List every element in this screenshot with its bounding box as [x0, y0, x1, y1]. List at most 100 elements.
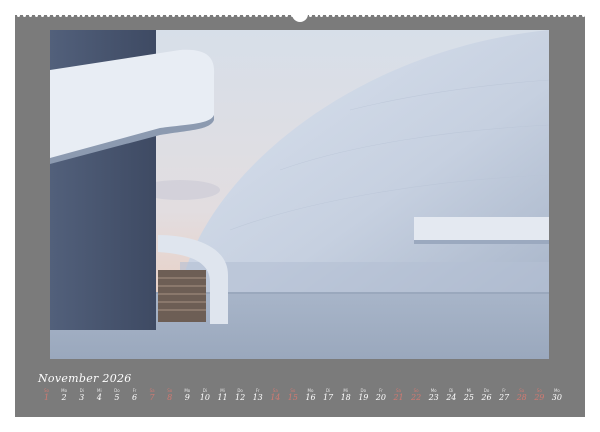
day-cell: Di 17 — [320, 388, 337, 403]
spiral-hole — [385, 14, 389, 17]
day-cell: Mi 4 — [91, 388, 108, 403]
spiral-hole — [463, 14, 467, 17]
spiral-hole — [237, 14, 241, 17]
spiral-hole — [475, 14, 479, 17]
spiral-hole — [558, 14, 562, 17]
day-cell: Sa 28 — [513, 388, 530, 403]
day-cell: So 15 — [284, 388, 301, 403]
spiral-hole — [534, 14, 538, 17]
spiral-hole — [231, 14, 235, 17]
spiral-hole — [582, 14, 586, 17]
day-number: 5 — [114, 393, 120, 402]
day-cell: Mi 18 — [337, 388, 354, 403]
spiral-hole — [332, 14, 336, 17]
spiral-hole — [52, 14, 56, 17]
spiral-hole — [171, 14, 175, 17]
spiral-hole — [189, 14, 193, 17]
spiral-hole — [249, 14, 253, 17]
day-cell: Mo 9 — [179, 388, 196, 403]
spiral-hole — [362, 14, 366, 17]
day-cell: Do 26 — [478, 388, 495, 403]
spiral-hole — [350, 14, 354, 17]
day-number: 30 — [551, 393, 562, 402]
day-cell: Do 5 — [108, 388, 125, 403]
spiral-hole — [391, 14, 395, 17]
day-cell: So 8 — [161, 388, 178, 403]
day-cell: Mo 16 — [302, 388, 319, 403]
day-number: 17 — [323, 393, 334, 402]
spiral-hole — [70, 14, 74, 17]
day-number: 8 — [167, 393, 173, 402]
spiral-hole — [368, 14, 372, 17]
spiral-hole — [106, 14, 110, 17]
spiral-hole — [314, 14, 318, 17]
spiral-hole — [46, 14, 50, 17]
spiral-hole — [564, 14, 568, 17]
spiral-hole — [522, 14, 526, 17]
spiral-hole — [17, 14, 20, 17]
spiral-hole — [201, 14, 205, 17]
spiral-hole — [64, 14, 68, 17]
day-row: So 1 Mo 2 Di 3 Mi 4 Do 5 Fr 6 Sa 7 So 8 Mo 9 Di 10 Mi 11 Do 12 F… — [38, 388, 564, 410]
spiral-hole — [570, 14, 574, 17]
spiral-hole — [356, 14, 360, 17]
spiral-hole — [457, 14, 461, 17]
spiral-hole — [130, 14, 134, 17]
day-number: 25 — [463, 393, 474, 402]
day-cell: Do 19 — [355, 388, 372, 403]
spiral-hole — [308, 14, 312, 17]
spiral-hole — [100, 14, 104, 17]
spiral-hole — [528, 14, 532, 17]
spiral-hole — [445, 14, 449, 17]
day-number: 6 — [131, 393, 138, 402]
spiral-hole — [213, 14, 217, 17]
spiral-hole — [397, 14, 401, 17]
day-cell: Fr 6 — [126, 388, 143, 403]
spiral-hole — [487, 14, 491, 17]
spiral-hole — [82, 14, 86, 17]
day-number: 7 — [149, 393, 155, 402]
spiral-hole — [183, 14, 187, 17]
spiral-hole — [94, 14, 98, 17]
spiral-hole — [118, 14, 122, 17]
day-number: 18 — [340, 393, 351, 402]
day-number: 28 — [516, 393, 527, 402]
day-cell: Fr 27 — [496, 388, 513, 403]
spiral-hole — [243, 14, 247, 17]
day-number: 16 — [305, 393, 316, 402]
spiral-hole — [403, 14, 407, 17]
spiral-hole — [320, 14, 324, 17]
day-cell: Mo 30 — [548, 388, 565, 403]
spiral-hole — [451, 14, 455, 17]
spiral-hole — [88, 14, 92, 17]
day-cell: Sa 7 — [144, 388, 161, 403]
spiral-hole — [433, 14, 437, 17]
day-number: 24 — [446, 393, 457, 402]
day-cell: Di 24 — [443, 388, 460, 403]
day-cell: So 1 — [38, 388, 55, 403]
day-number: 26 — [481, 393, 492, 402]
spiral-hole — [338, 14, 342, 17]
day-number: 14 — [270, 393, 281, 402]
spiral-hole — [284, 14, 288, 17]
day-number: 23 — [428, 393, 439, 402]
spiral-hole — [159, 14, 163, 17]
spiral-hole — [344, 14, 348, 17]
spiral-hole — [415, 14, 419, 17]
day-cell: Do 12 — [232, 388, 249, 403]
spiral-hole — [481, 14, 485, 17]
spiral-hole — [576, 14, 580, 17]
spiral-hole — [374, 14, 377, 17]
spiral-hole — [141, 14, 145, 17]
spiral-hole — [516, 14, 520, 17]
day-number: 20 — [375, 393, 386, 402]
spiral-hole — [540, 14, 544, 17]
spiral-hole — [510, 14, 514, 17]
spiral-hole — [195, 14, 199, 17]
spiral-hole — [255, 14, 258, 17]
day-number: 10 — [199, 393, 210, 402]
spiral-hole — [207, 14, 211, 17]
day-cell: Mi 11 — [214, 388, 231, 403]
day-cell: Mi 25 — [460, 388, 477, 403]
day-cell: Sa 14 — [267, 388, 284, 403]
